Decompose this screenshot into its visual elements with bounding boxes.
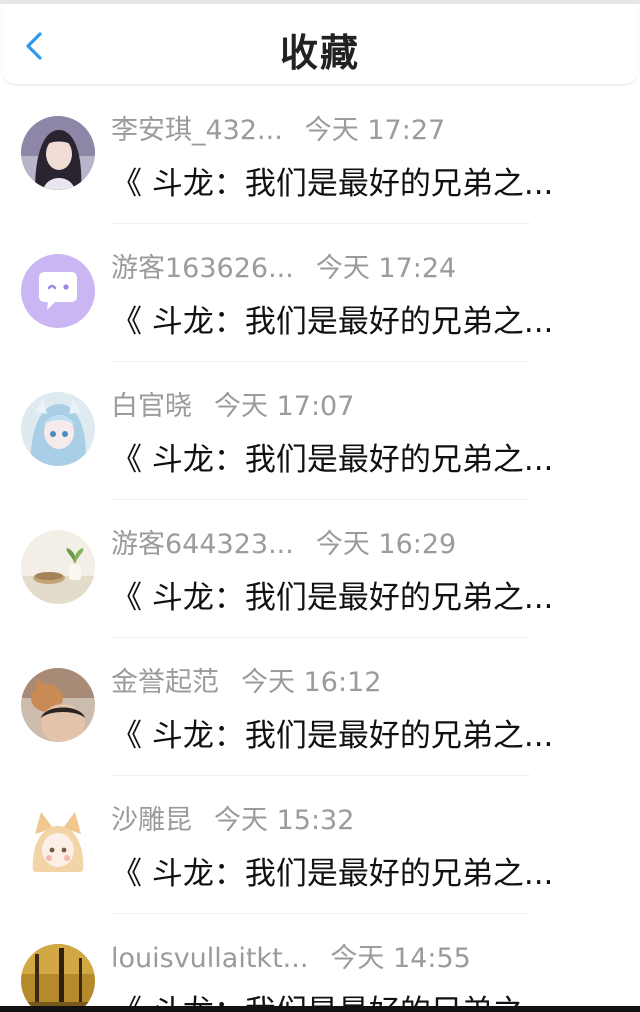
timestamp: 今天 15:32	[214, 805, 355, 836]
item-meta: 游客644323... 今天 16:29	[111, 522, 456, 562]
user-name[interactable]: 李安琪_432...	[111, 108, 283, 147]
item-content[interactable]: 《 斗龙：我们是最好的兄弟之...	[111, 296, 631, 341]
favorites-page: 收藏 李安琪_432... 今天 17:27 《 斗龙：我们是最好的兄弟之...	[0, 0, 640, 1012]
avatar[interactable]	[21, 116, 95, 190]
user-name[interactable]: 白官晓	[111, 384, 192, 423]
favorites-list: 李安琪_432... 今天 17:27 《 斗龙：我们是最好的兄弟之... 游客1…	[0, 86, 640, 1012]
chat-bubble-icon	[21, 254, 95, 328]
list-item[interactable]: louisvullaitkt... 今天 14:55 《 斗龙：我们是最好的兄弟之…	[0, 914, 640, 1012]
person-cat-photo-icon	[21, 668, 95, 742]
user-name[interactable]: 沙雕昆	[111, 798, 192, 837]
item-meta: 游客163626... 今天 17:24	[111, 246, 456, 286]
plant-bowls-icon	[21, 530, 95, 604]
avatar[interactable]	[21, 530, 95, 604]
item-meta: 金誉起范 今天 16:12	[111, 660, 381, 700]
item-content[interactable]: 《 斗龙：我们是最好的兄弟之...	[111, 572, 631, 617]
timestamp: 今天 17:24	[315, 253, 457, 284]
user-name[interactable]: louisvullaitkt...	[111, 943, 308, 974]
timestamp: 今天 17:27	[304, 115, 446, 146]
avatar[interactable]	[21, 806, 95, 880]
avatar[interactable]	[21, 254, 95, 328]
item-meta: 白官晓 今天 17:07	[111, 384, 354, 424]
list-item[interactable]: 沙雕昆 今天 15:32 《 斗龙：我们是最好的兄弟之...	[0, 776, 640, 914]
list-item[interactable]: 李安琪_432... 今天 17:27 《 斗龙：我们是最好的兄弟之...	[0, 86, 640, 224]
list-item[interactable]: 白官晓 今天 17:07 《 斗龙：我们是最好的兄弟之...	[0, 362, 640, 500]
list-item[interactable]: 游客644323... 今天 16:29 《 斗龙：我们是最好的兄弟之...	[0, 500, 640, 638]
item-content[interactable]: 《 斗龙：我们是最好的兄弟之...	[111, 848, 631, 893]
timestamp: 今天 16:12	[241, 667, 382, 698]
bottom-edge-bar	[0, 1006, 640, 1012]
avatar[interactable]	[21, 392, 95, 466]
autumn-trees-photo-icon	[21, 944, 95, 1012]
user-name[interactable]: 游客644323...	[111, 522, 294, 561]
avatar[interactable]	[21, 944, 95, 1012]
anime-fox-ears-icon	[21, 806, 95, 880]
avatar[interactable]	[21, 668, 95, 742]
item-meta: louisvullaitkt... 今天 14:55	[111, 936, 471, 976]
timestamp: 今天 14:55	[330, 943, 471, 974]
user-name[interactable]: 游客163626...	[111, 246, 294, 285]
anime-avatar-icon	[21, 392, 95, 466]
user-name[interactable]: 金誉起范	[111, 660, 219, 699]
avatar-girl-photo-icon	[21, 116, 95, 190]
timestamp: 今天 16:29	[315, 529, 457, 560]
item-content[interactable]: 《 斗龙：我们是最好的兄弟之...	[111, 158, 631, 203]
page-title: 收藏	[279, 31, 360, 75]
item-content[interactable]: 《 斗龙：我们是最好的兄弟之...	[111, 710, 631, 755]
list-item[interactable]: 游客163626... 今天 17:24 《 斗龙：我们是最好的兄弟之...	[0, 224, 640, 362]
header-bar: 收藏	[2, 4, 638, 85]
timestamp: 今天 17:07	[214, 391, 355, 422]
item-content[interactable]: 《 斗龙：我们是最好的兄弟之...	[111, 434, 631, 479]
item-meta: 沙雕昆 今天 15:32	[111, 798, 354, 838]
list-item[interactable]: 金誉起范 今天 16:12 《 斗龙：我们是最好的兄弟之...	[0, 638, 640, 776]
item-meta: 李安琪_432... 今天 17:27	[111, 108, 445, 148]
